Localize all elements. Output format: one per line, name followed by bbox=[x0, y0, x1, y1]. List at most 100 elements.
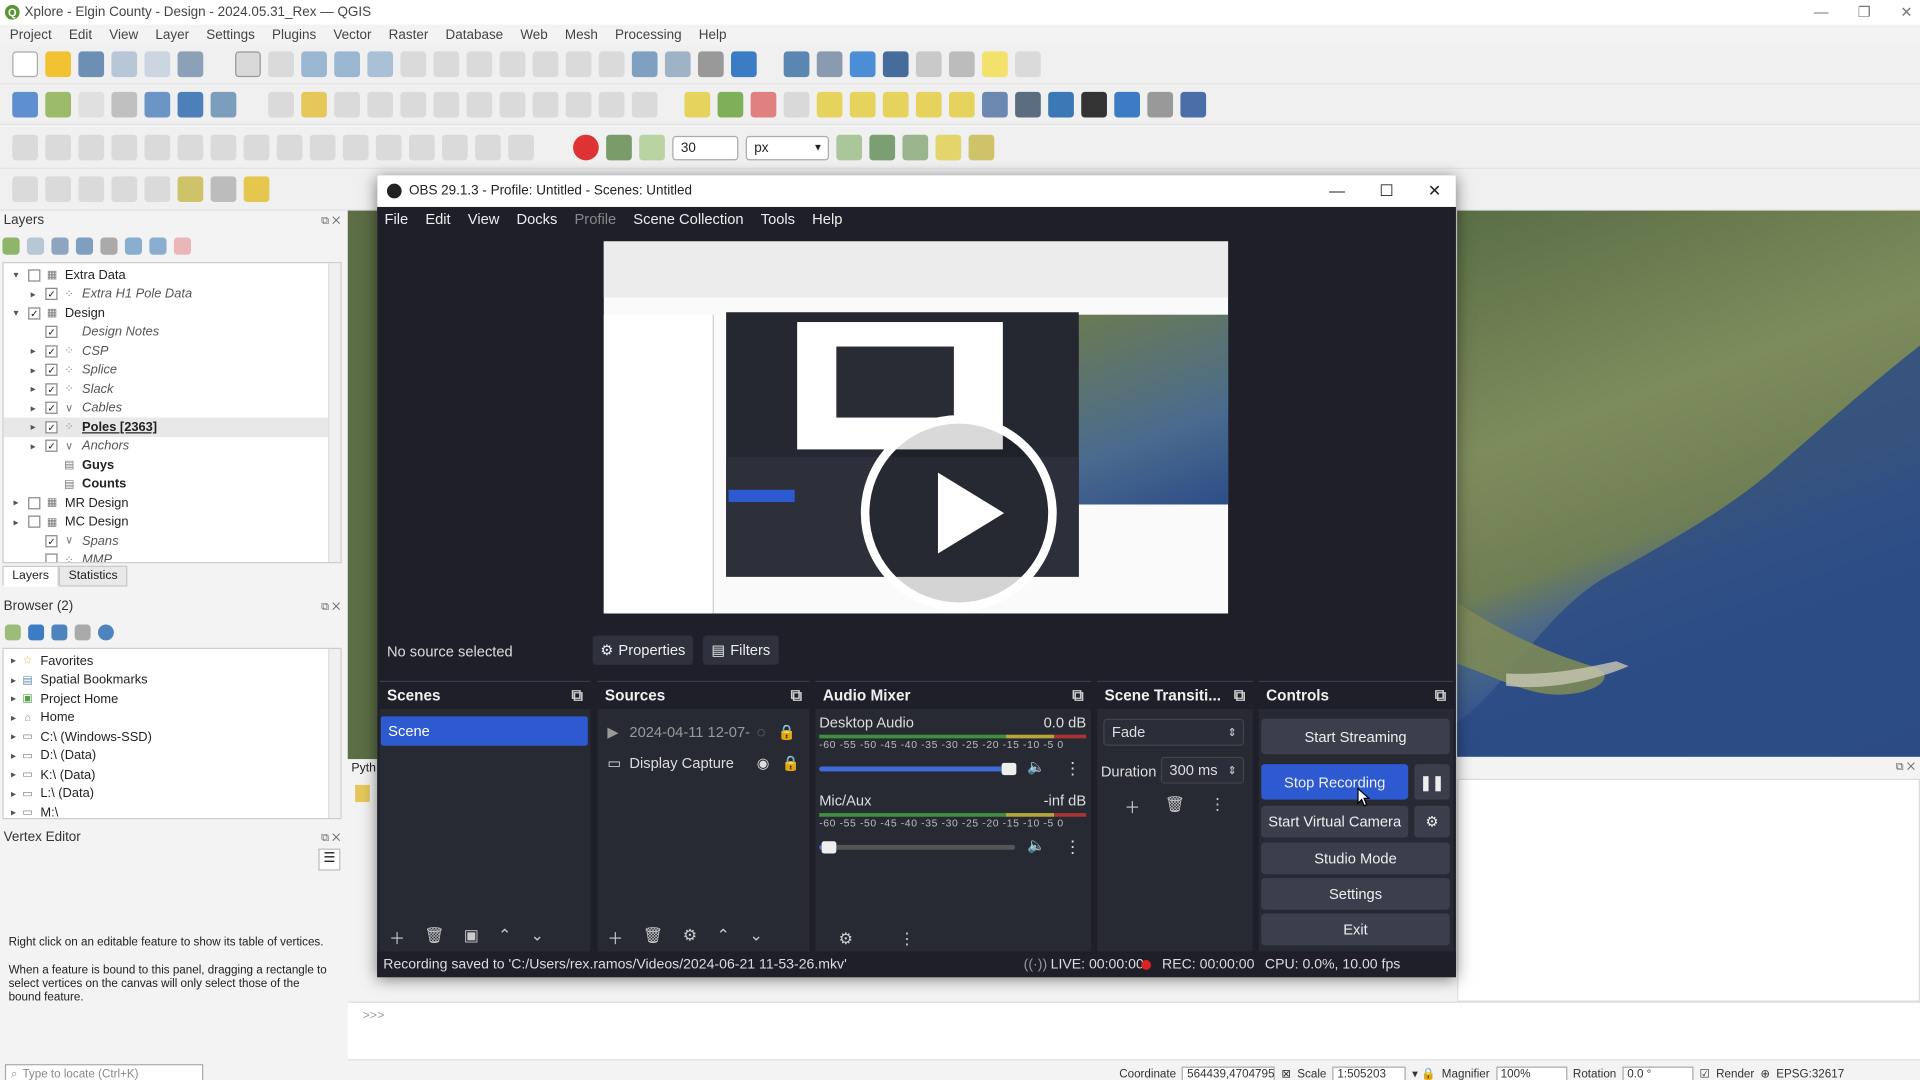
crs-icon[interactable]: ⊕ bbox=[1760, 1067, 1770, 1080]
layer-style-icon[interactable] bbox=[2, 237, 20, 255]
zoom-next-icon[interactable] bbox=[532, 51, 559, 78]
globe-icon[interactable] bbox=[1015, 91, 1041, 118]
field-calculator-icon[interactable] bbox=[849, 51, 876, 78]
browser-item[interactable]: ▸ ▭ K:\ (Data) bbox=[4, 765, 341, 784]
collapsed-arrow-icon[interactable]: ▸ bbox=[6, 788, 21, 799]
temporal-icon[interactable] bbox=[697, 51, 724, 78]
layer-checkbox[interactable]: ✓ bbox=[45, 382, 58, 396]
collapsed-arrow-icon[interactable]: ▸ bbox=[6, 769, 21, 780]
qgis-menu-layer[interactable]: Layer bbox=[155, 28, 189, 43]
layout-manager-icon[interactable] bbox=[144, 51, 171, 78]
map-canvas[interactable] bbox=[1457, 210, 1920, 757]
snapping-unit-select[interactable]: px ▼ bbox=[745, 135, 829, 160]
rotate-point-icon[interactable] bbox=[475, 134, 501, 161]
rotation-field[interactable]: 0.0 ° bbox=[1622, 1065, 1694, 1080]
collapsed-arrow-icon[interactable]: ▸ bbox=[9, 516, 24, 527]
browser-item[interactable]: ▸ ▭ L:\ (Data) bbox=[4, 784, 341, 803]
stop-recording-button[interactable]: Stop Recording bbox=[1261, 764, 1409, 800]
obs-close-icon[interactable]: ✕ bbox=[1428, 181, 1441, 201]
layer-row[interactable]: ▸ ✓ ⁘ Splice bbox=[4, 361, 341, 380]
layer-checkbox[interactable] bbox=[45, 553, 58, 563]
tab-layers[interactable]: Layers bbox=[2, 565, 59, 587]
coordinate-field[interactable]: 564439,4704795 bbox=[1182, 1065, 1276, 1080]
new-geopackage-icon[interactable] bbox=[45, 91, 72, 118]
vertex-options-icon[interactable]: ☰ bbox=[318, 848, 341, 871]
minimize-icon[interactable]: — bbox=[1814, 4, 1829, 21]
expanded-arrow-icon[interactable]: ▾ bbox=[9, 308, 24, 319]
zoom-layer-icon[interactable] bbox=[433, 51, 460, 78]
move-up-icon[interactable]: ⌃ bbox=[498, 926, 511, 949]
label-highlight-icon[interactable] bbox=[750, 91, 777, 118]
mixer-menu-icon[interactable]: ⋮ bbox=[899, 929, 915, 949]
obs-menu-edit[interactable]: Edit bbox=[425, 211, 450, 228]
layer-checkbox[interactable]: ✓ bbox=[45, 345, 58, 358]
collapsed-arrow-icon[interactable]: ▸ bbox=[26, 289, 41, 300]
zoom-full-icon[interactable] bbox=[367, 51, 394, 78]
delete-icon[interactable] bbox=[466, 91, 493, 118]
reshape-icon[interactable] bbox=[309, 134, 336, 161]
volume-slider-handle[interactable] bbox=[1001, 762, 1017, 776]
new-shapefile-icon[interactable] bbox=[78, 91, 105, 118]
simplify-icon[interactable] bbox=[111, 134, 138, 161]
select-by-value-icon[interactable] bbox=[210, 176, 237, 203]
zoom-in-icon[interactable] bbox=[301, 51, 327, 78]
collapse-all-icon[interactable] bbox=[149, 237, 167, 255]
label-show-icon[interactable] bbox=[816, 91, 843, 118]
style-manager-icon[interactable] bbox=[177, 51, 204, 78]
database-icon[interactable] bbox=[982, 91, 1008, 118]
self-snapping-icon[interactable] bbox=[935, 134, 962, 161]
cut-icon[interactable] bbox=[499, 91, 526, 118]
toggle-editing-icon[interactable] bbox=[301, 91, 327, 118]
play-button-icon[interactable] bbox=[860, 415, 1057, 612]
layer-row[interactable]: ✓ ∨ Spans bbox=[4, 531, 341, 550]
delete-part-icon[interactable] bbox=[276, 134, 303, 161]
print-layout-icon[interactable] bbox=[111, 51, 138, 78]
python-float-close-icon[interactable]: ⧉ ✕ bbox=[1896, 760, 1915, 773]
select-icon[interactable] bbox=[1015, 51, 1041, 78]
fill-ring-icon[interactable] bbox=[210, 134, 237, 161]
volume-slider[interactable] bbox=[819, 762, 1017, 776]
layer-checkbox[interactable]: ✓ bbox=[45, 534, 58, 548]
collapsed-arrow-icon[interactable]: ▸ bbox=[26, 365, 41, 376]
add-selected-icon[interactable] bbox=[4, 623, 21, 640]
qgis-menu-raster[interactable]: Raster bbox=[389, 28, 429, 43]
modify-icon[interactable] bbox=[433, 91, 460, 118]
obs-menu-docks[interactable]: Docks bbox=[517, 211, 558, 228]
deselect-icon[interactable] bbox=[144, 176, 171, 203]
add-group-icon[interactable] bbox=[26, 237, 45, 255]
layer-row[interactable]: ▸ ✓ ∨ Cables bbox=[4, 399, 341, 418]
pan-icon[interactable] bbox=[235, 51, 261, 78]
layer-row[interactable]: ▾ ✓ ▦ Design bbox=[4, 304, 341, 323]
layer-row[interactable]: ▸ ✓ ⁘ Slack bbox=[4, 380, 341, 399]
offset-icon[interactable] bbox=[342, 134, 369, 161]
collapse-icon[interactable] bbox=[74, 623, 91, 640]
select-rect-icon[interactable] bbox=[12, 176, 38, 203]
qgis-menu-database[interactable]: Database bbox=[446, 28, 504, 43]
new-spatialite-icon[interactable] bbox=[111, 91, 138, 118]
layer-checkbox[interactable]: ✓ bbox=[45, 420, 58, 434]
qgis-menu-help[interactable]: Help bbox=[699, 28, 727, 43]
layer-checkbox[interactable] bbox=[28, 269, 41, 282]
studio-mode-button[interactable]: Studio Mode bbox=[1261, 842, 1450, 875]
tab-statistics[interactable]: Statistics bbox=[58, 565, 128, 587]
lock-icon[interactable]: 🔒 bbox=[782, 754, 800, 771]
scene-item[interactable]: Scene bbox=[380, 716, 588, 746]
tracing-icon[interactable] bbox=[902, 134, 929, 161]
select-by-expression-icon[interactable] bbox=[243, 176, 270, 203]
obs-menu-scene-collection[interactable]: Scene Collection bbox=[633, 211, 743, 228]
layer-checkbox[interactable]: ✓ bbox=[45, 288, 58, 301]
undo-arrow-icon[interactable] bbox=[1114, 91, 1141, 118]
browser-item[interactable]: ▸ ▤ Spatial Bookmarks bbox=[4, 670, 341, 689]
new-project-icon[interactable] bbox=[12, 51, 38, 78]
speaker-icon[interactable]: 🔈 bbox=[1027, 836, 1045, 853]
browser-filter-icon[interactable] bbox=[51, 623, 68, 640]
browser-item[interactable]: ▸ ▣ Project Home bbox=[4, 689, 341, 708]
hidden-eye-icon[interactable]: ◌ bbox=[757, 723, 766, 740]
layer-checkbox[interactable] bbox=[28, 496, 41, 510]
split-icon[interactable] bbox=[375, 134, 402, 161]
expand-all-icon[interactable] bbox=[124, 237, 143, 255]
move-down-icon[interactable]: ⌄ bbox=[531, 926, 544, 949]
layer-row[interactable]: ▤ Guys bbox=[4, 456, 341, 475]
browser-item[interactable]: ▸ ▭ D:\ (Data) bbox=[4, 746, 341, 765]
select-polygon-icon[interactable] bbox=[45, 176, 72, 203]
